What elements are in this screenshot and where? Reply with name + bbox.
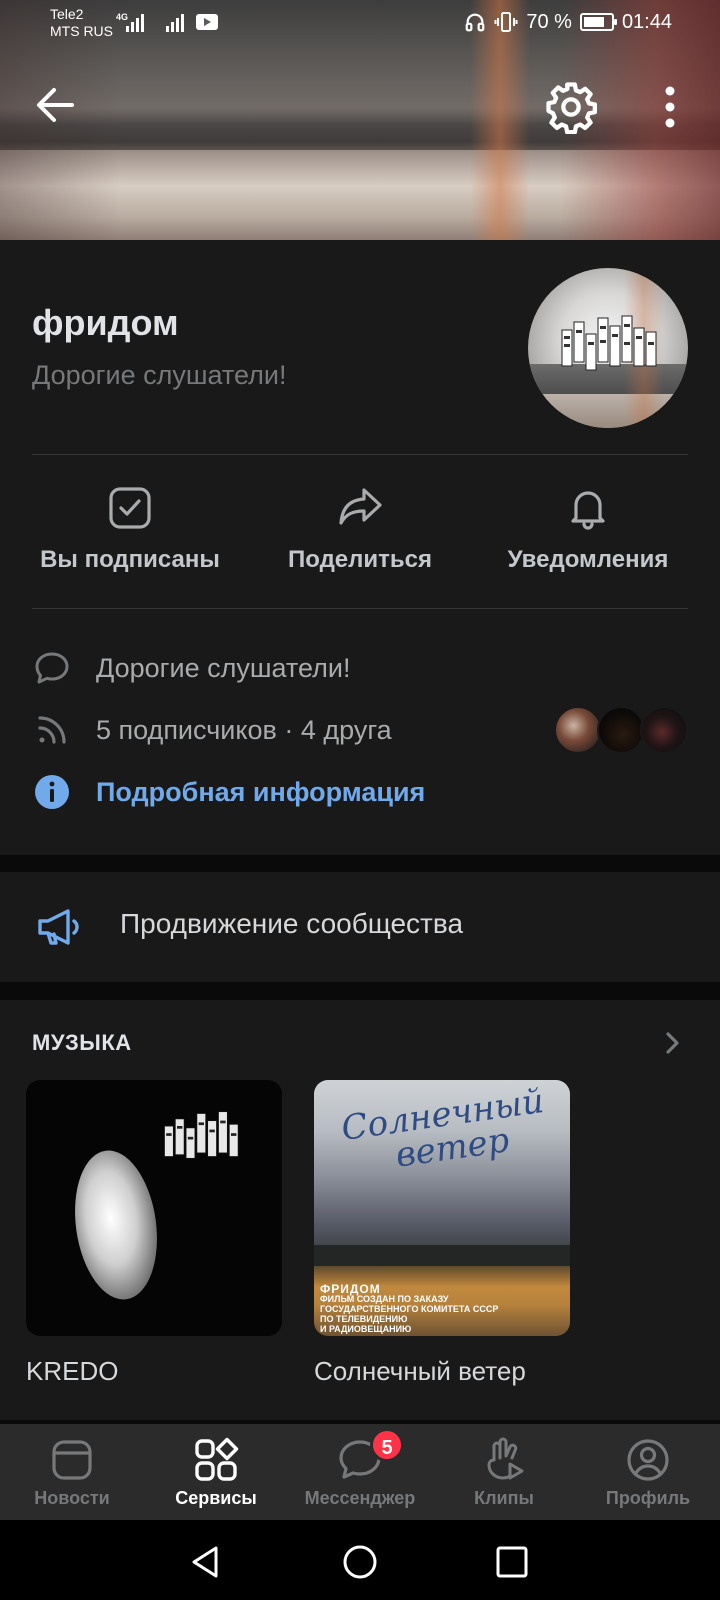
clips-icon (487, 1437, 524, 1480)
checkbox-icon (109, 487, 151, 529)
share-button[interactable]: Поделиться (250, 472, 470, 602)
subscribers-text: 5 подписчиков · 4 друга (96, 714, 392, 745)
tab-label: Мессенджер (304, 1488, 416, 1508)
tab-news[interactable]: Новости (0, 1424, 144, 1520)
album-card[interactable]: KREDO (26, 1080, 282, 1387)
clock: 01:44 (621, 10, 672, 33)
recents-square-icon[interactable] (492, 1542, 532, 1582)
carrier-2: MTS RUS (50, 23, 113, 39)
group-name: фридом (32, 302, 179, 343)
tab-messenger[interactable]: 5 Мессенджер (288, 1424, 432, 1520)
tab-label: Клипы (474, 1488, 534, 1508)
album-cover-caption: ФРИДОМ ФИЛЬМ СОЗДАН ПО ЗАКАЗУ ГОСУДАРСТВ… (320, 1282, 499, 1334)
avatar (554, 706, 602, 754)
friends-avatars[interactable] (554, 706, 688, 754)
speech-bubble-icon (35, 652, 69, 684)
share-icon (339, 488, 382, 525)
group-status: Дорогие слушатели! (32, 360, 287, 390)
tab-services[interactable]: Сервисы (144, 1424, 288, 1520)
news-icon (52, 1440, 92, 1480)
album-card[interactable]: Солнечный ветер ФРИДОМ ФИЛЬМ СОЗДАН ПО З… (314, 1080, 570, 1387)
details-link[interactable]: Подробная информация (96, 777, 425, 808)
status-row: Дорогие слушатели! (32, 644, 688, 692)
more-vertical-icon[interactable] (650, 80, 690, 134)
battery-icon (579, 13, 617, 31)
promotion-row[interactable]: Продвижение сообщества (0, 872, 720, 982)
subscribed-button[interactable]: Вы подписаны (20, 472, 240, 602)
headphones-icon (465, 13, 485, 32)
notifications-label: Уведомления (507, 546, 669, 573)
system-navigation-bar (0, 1520, 720, 1600)
avatar (640, 706, 688, 754)
rss-icon (38, 716, 66, 744)
carrier-labels: Tele2 MTS RUS (50, 6, 113, 40)
profile-icon (627, 1439, 669, 1481)
promotion-label: Продвижение сообщества (120, 908, 464, 939)
bottom-tab-bar: Новости Сервисы 5 Мессенджер Клипы Профи… (0, 1424, 720, 1520)
services-icon (195, 1437, 239, 1481)
tab-label: Профиль (605, 1488, 691, 1508)
chevron-right-icon[interactable] (660, 1028, 684, 1058)
tab-label: Новости (34, 1488, 110, 1508)
divider (32, 454, 688, 455)
signal-icon (166, 12, 184, 32)
youtube-icon (196, 14, 218, 30)
back-triangle-icon[interactable] (186, 1542, 226, 1582)
status-text: Дорогие слушатели! (96, 652, 351, 683)
carrier-1: Tele2 (50, 6, 84, 22)
divider (32, 608, 688, 609)
avatar (597, 706, 645, 754)
gear-icon[interactable] (544, 80, 598, 134)
notifications-button[interactable]: Уведомления (478, 472, 698, 602)
album-title: KREDO (26, 1356, 119, 1386)
tab-profile[interactable]: Профиль (576, 1424, 720, 1520)
group-actions: Вы подписаны Поделиться Уведомления (0, 472, 720, 602)
signal-icon (126, 12, 144, 32)
battery-percent: 70 % (526, 10, 572, 33)
details-row[interactable]: Подробная информация (32, 768, 688, 816)
album-cover (26, 1080, 282, 1336)
album-title: Солнечный ветер (314, 1356, 526, 1386)
megaphone-icon (38, 909, 79, 945)
subscribed-label: Вы подписаны (40, 546, 220, 573)
subscribers-row[interactable]: 5 подписчиков · 4 друга (32, 706, 688, 754)
unread-badge: 5 (370, 1428, 404, 1462)
home-circle-icon[interactable] (340, 1542, 380, 1582)
album-cover-script: Солнечный ветер (338, 1080, 547, 1176)
share-label: Поделиться (287, 546, 433, 573)
group-header-card: фридом Дорогие слушатели! Вы подписаны П… (0, 240, 720, 855)
tab-clips[interactable]: Клипы (432, 1424, 576, 1520)
band-logo-icon (163, 1111, 239, 1159)
bell-icon (571, 491, 605, 530)
album-cover: Солнечный ветер ФРИДОМ ФИЛЬМ СОЗДАН ПО З… (314, 1080, 570, 1336)
arrow-left-icon[interactable] (30, 80, 80, 130)
music-section-title[interactable]: МУЗЫКА (32, 1030, 132, 1056)
music-section: МУЗЫКА KREDO Солнечный ветер ФРИДОМ ФИЛЬ… (0, 1000, 720, 1420)
group-avatar[interactable] (528, 268, 688, 428)
vibrate-icon (494, 12, 518, 32)
status-bar: Tele2 MTS RUS 4G 70 % 01:44 (0, 0, 720, 48)
band-logo-icon (561, 315, 657, 371)
tab-label: Сервисы (175, 1488, 257, 1508)
info-icon (35, 775, 69, 809)
